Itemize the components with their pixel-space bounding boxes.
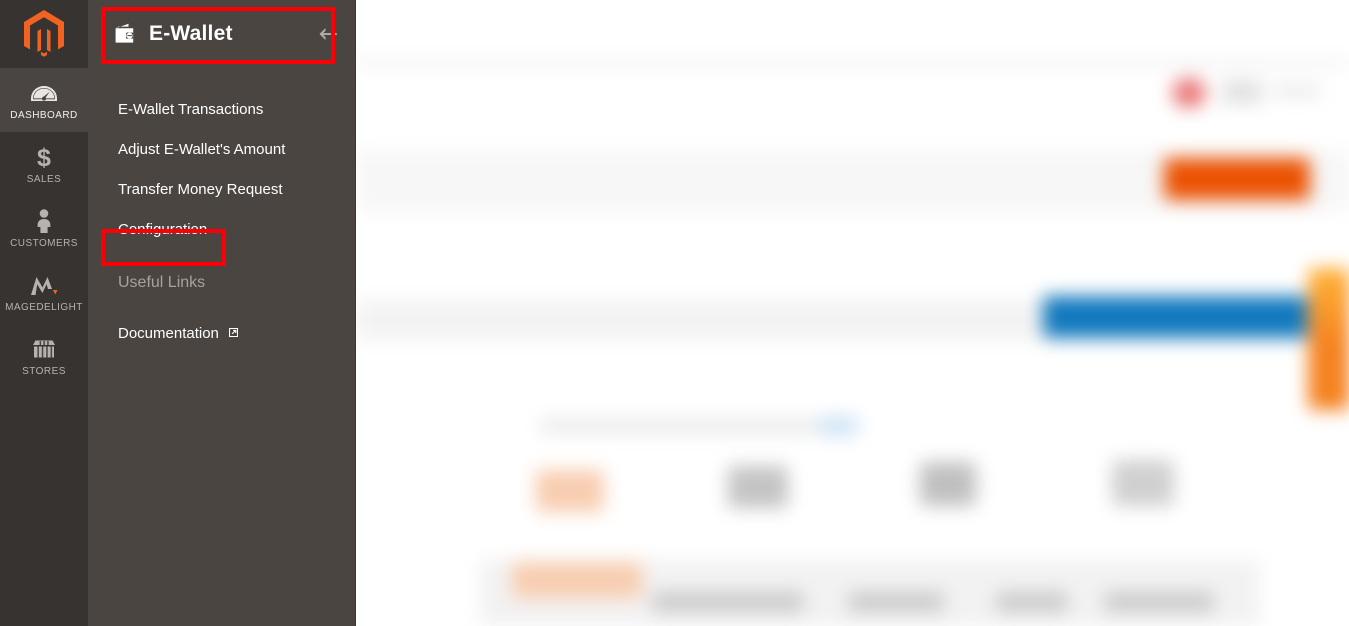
page-title: E-Wallet [149, 22, 233, 45]
submenu-item-adjust-ewallets-amount[interactable]: Adjust E-Wallet's Amount [88, 130, 355, 170]
submenu-item-documentation[interactable]: Documentation [88, 300, 355, 354]
sidebar-item-label: CUSTOMERS [10, 237, 78, 249]
bg-blob [512, 562, 642, 598]
person-icon [34, 208, 54, 234]
submenu-item-ewallet-transactions[interactable]: E-Wallet Transactions [88, 90, 355, 130]
external-link-icon [229, 322, 239, 344]
admin-screen: DASHBOARD $ SALES CUSTOMERS MAGEDELIGHT … [0, 0, 1349, 626]
submenu-item-label: Configuration [118, 221, 208, 238]
bg-blob [536, 470, 604, 512]
sidebar-item-label: MAGEDELIGHT [5, 301, 83, 313]
storefront-icon [30, 336, 58, 362]
submenu-item-label: E-Wallet Transactions [118, 101, 264, 118]
submenu-item-label: Adjust E-Wallet's Amount [118, 141, 286, 158]
bg-blob [820, 416, 858, 436]
svg-text:$: $ [37, 144, 51, 170]
magedelight-icon [28, 272, 60, 298]
submenu-header: E-Wallet [88, 0, 355, 68]
bg-blob [1112, 460, 1174, 506]
sidebar-item-label: DASHBOARD [10, 109, 78, 121]
dollar-icon: $ [33, 144, 55, 170]
bg-blob [996, 592, 1068, 612]
bg-notification-dot [1172, 78, 1206, 108]
bg-blob [1272, 84, 1320, 98]
bg-band [356, 60, 1349, 66]
sidebar-item-stores[interactable]: STORES [0, 324, 88, 388]
bg-blob [728, 466, 788, 508]
submenu-section-useful-links: Useful Links [88, 250, 355, 300]
sidebar-item-label: SALES [26, 173, 62, 185]
submenu-item-label: Transfer Money Request [118, 181, 283, 198]
admin-sidebar-rail: DASHBOARD $ SALES CUSTOMERS MAGEDELIGHT … [0, 0, 88, 626]
sidebar-item-label: STORES [22, 365, 66, 377]
submenu-item-configuration[interactable]: Configuration [88, 210, 355, 250]
bg-blob [920, 462, 976, 506]
sidebar-item-magedelight[interactable]: MAGEDELIGHT [0, 260, 88, 324]
magento-logo-icon [24, 10, 64, 57]
gauge-icon [30, 80, 58, 106]
bg-side-tab [1308, 268, 1349, 410]
sidebar-item-sales[interactable]: $ SALES [0, 132, 88, 196]
submenu-section-label: Useful Links [118, 274, 206, 291]
submenu-item-transfer-money-request[interactable]: Transfer Money Request [88, 170, 355, 210]
bg-blue-bar [1043, 296, 1307, 338]
submenu-list: E-Wallet Transactions Adjust E-Wallet's … [88, 68, 355, 354]
submenu-item-label: Documentation [118, 325, 219, 342]
arrow-left-icon[interactable] [315, 21, 341, 47]
bg-blob [540, 418, 820, 434]
sidebar-item-dashboard[interactable]: DASHBOARD [0, 68, 88, 132]
wallet-icon [115, 23, 134, 43]
ewallet-submenu-panel: E-Wallet E-Wallet Transactions Adjust E-… [88, 0, 356, 626]
magento-logo[interactable] [0, 0, 88, 68]
bg-blob [1104, 592, 1214, 612]
bg-blob [652, 592, 804, 612]
bg-blob [848, 592, 944, 612]
sidebar-item-customers[interactable]: CUSTOMERS [0, 196, 88, 260]
bg-blob [1222, 80, 1262, 104]
bg-primary-button [1164, 158, 1310, 200]
